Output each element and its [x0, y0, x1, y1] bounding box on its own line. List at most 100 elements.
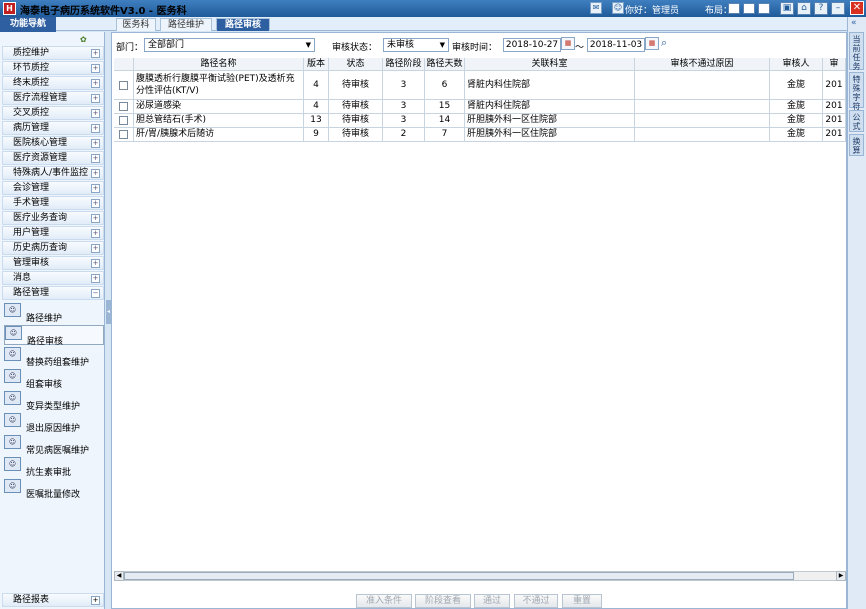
sidebar-group[interactable]: 管理审核 + — [2, 256, 104, 270]
sidebar-group[interactable]: 用户管理 + — [2, 226, 104, 240]
grid-cell-time: 201 — [823, 71, 846, 100]
calendar-icon[interactable]: ▦ — [561, 37, 575, 50]
message-icon[interactable]: ✉ — [590, 2, 602, 14]
grid-cell-dept: 肾脏内科住院部 — [465, 71, 635, 100]
tab-path-review[interactable]: 路径审核 — [216, 18, 270, 31]
search-icon[interactable]: ⌕ — [661, 37, 675, 51]
sidebar-group[interactable]: 交叉质控 + — [2, 106, 104, 120]
date-to-input[interactable]: 2018-11-03 — [587, 38, 645, 52]
sidebar-item-path-reports[interactable]: 路径报表 + — [2, 593, 104, 607]
sidebar-subitem[interactable]: ☺ 变异类型维护 — [4, 391, 104, 412]
sidebar-group-label: 医院核心管理 — [13, 138, 68, 148]
grid-cell-stage: 2 — [383, 128, 425, 142]
expand-icon[interactable]: + — [91, 169, 100, 178]
right-tab[interactable]: 公式 — [849, 110, 864, 132]
expand-icon[interactable]: + — [91, 244, 100, 253]
right-tab-char: 当 — [852, 35, 861, 44]
sidebar-group[interactable]: 病历管理 + — [2, 121, 104, 135]
scroll-right-icon[interactable]: ▶ — [836, 571, 846, 581]
layout-3-icon[interactable] — [758, 3, 770, 14]
sidebar-subitem[interactable]: ☺ 组套审核 — [4, 369, 104, 390]
sidebar-subitem[interactable]: ☺ 路径维护 — [4, 303, 104, 324]
sidebar-group[interactable]: 环节质控 + — [2, 61, 104, 75]
expand-icon[interactable]: + — [91, 124, 100, 133]
expand-icon[interactable]: + — [91, 94, 100, 103]
collapse-icon[interactable]: − — [91, 289, 100, 298]
expand-icon[interactable]: + — [91, 274, 100, 283]
expand-panel-icon[interactable]: « — [851, 18, 857, 28]
right-tab[interactable]: 换算 — [849, 134, 864, 156]
sidebar-group[interactable]: 消息 + — [2, 271, 104, 285]
expand-icon[interactable]: + — [91, 229, 100, 238]
grid-header-cell[interactable]: 路径天数 — [425, 58, 465, 71]
row-checkbox[interactable] — [119, 116, 128, 125]
grid-header-cell[interactable]: 审 — [823, 58, 846, 71]
expand-icon[interactable]: + — [91, 214, 100, 223]
grid-header-cell[interactable]: 审核不通过原因 — [635, 58, 770, 71]
sidebar-group[interactable]: 终末质控 + — [2, 76, 104, 90]
scroll-left-icon[interactable]: ◀ — [114, 571, 124, 581]
approve-button[interactable]: 通过 — [474, 594, 510, 608]
grid-cell-version: 9 — [304, 128, 329, 142]
expand-icon[interactable]: + — [91, 199, 100, 208]
sidebar-subitem[interactable]: ☺ 抗生素审批 — [4, 457, 104, 478]
sidebar-group[interactable]: 手术管理 + — [2, 196, 104, 210]
minimize-icon[interactable]: – — [831, 2, 845, 15]
stage-view-button[interactable]: 阶段查看 — [415, 594, 471, 608]
tab-medical-affairs[interactable]: 医务科 — [116, 18, 156, 31]
right-tab[interactable]: 当前任务 — [849, 32, 864, 71]
row-checkbox[interactable] — [119, 130, 128, 139]
sidebar-group[interactable]: 医疗流程管理 + — [2, 91, 104, 105]
right-tab[interactable]: 特殊字符 — [849, 72, 864, 111]
sidebar-group[interactable]: 特殊病人/事件监控 + — [2, 166, 104, 180]
tab-path-maintenance[interactable]: 路径维护 — [160, 18, 212, 31]
sidebar-group[interactable]: 医疗资源管理 + — [2, 151, 104, 165]
sidebar-group[interactable]: 质控维护 + — [2, 46, 104, 60]
dept-select[interactable]: 全部部门 ▼ — [144, 38, 315, 52]
scrollbar-thumb[interactable] — [124, 572, 794, 580]
grid-header-cell[interactable]: 路径阶段 — [383, 58, 425, 71]
expand-icon[interactable]: + — [91, 109, 100, 118]
sidebar-subitem[interactable]: ☺ 替换药组套维护 — [4, 347, 104, 368]
status-select[interactable]: 未审核 ▼ — [383, 38, 449, 52]
reject-button[interactable]: 不通过 — [514, 594, 558, 608]
grid-header-cell[interactable]: 状态 — [329, 58, 383, 71]
sidebar-subitem[interactable]: ☺ 常见病医嘱维护 — [4, 435, 104, 456]
sidebar-group[interactable]: 路径管理 − — [2, 286, 104, 300]
lock-icon[interactable]: ▣ — [780, 2, 794, 15]
sidebar-group[interactable]: 历史病历查询 + — [2, 241, 104, 255]
admission-criteria-button[interactable]: 准入条件 — [356, 594, 412, 608]
grid-cell-version: 13 — [304, 114, 329, 128]
close-icon[interactable]: ✕ — [850, 1, 864, 15]
layout-2-icon[interactable] — [743, 3, 755, 14]
expand-icon[interactable]: + — [91, 184, 100, 193]
expand-icon[interactable]: + — [91, 64, 100, 73]
reset-button[interactable]: 重置 — [562, 594, 602, 608]
doctor-icon: ☺ — [4, 435, 21, 449]
row-checkbox[interactable] — [119, 81, 128, 90]
grid-header-cell[interactable]: 版本 — [304, 58, 329, 71]
sidebar-tools-icon[interactable]: ✿ — [80, 35, 87, 44]
sidebar-group[interactable]: 医院核心管理 + — [2, 136, 104, 150]
grid-header-cell[interactable]: 审核人 — [770, 58, 823, 71]
help-icon[interactable]: ? — [814, 2, 828, 15]
expand-icon[interactable]: + — [91, 259, 100, 268]
expand-icon[interactable]: + — [91, 49, 100, 58]
sidebar-subitem[interactable]: ☺ 退出原因维护 — [4, 413, 104, 434]
layout-1-icon[interactable] — [728, 3, 740, 14]
sidebar-subitem[interactable]: ☺ 医嘱批量修改 — [4, 479, 104, 500]
expand-icon[interactable]: + — [91, 154, 100, 163]
calendar-icon[interactable]: ▦ — [645, 37, 659, 50]
sidebar-group[interactable]: 医疗业务查询 + — [2, 211, 104, 225]
sidebar-group[interactable]: 会诊管理 + — [2, 181, 104, 195]
grid-header-cell[interactable]: 路径名称 — [134, 58, 304, 71]
grid-cell-name: 肝/胃/胰腺术后随访 — [134, 128, 304, 142]
expand-icon[interactable]: + — [91, 79, 100, 88]
expand-icon[interactable]: + — [91, 596, 100, 605]
grid-header-cell[interactable]: 关联科室 — [465, 58, 635, 71]
date-from-input[interactable]: 2018-10-27 — [503, 38, 561, 52]
home-icon[interactable]: ⌂ — [797, 2, 811, 15]
expand-icon[interactable]: + — [91, 139, 100, 148]
sidebar-subitem[interactable]: ☺ 路径审核 — [4, 325, 104, 347]
row-checkbox[interactable] — [119, 102, 128, 111]
